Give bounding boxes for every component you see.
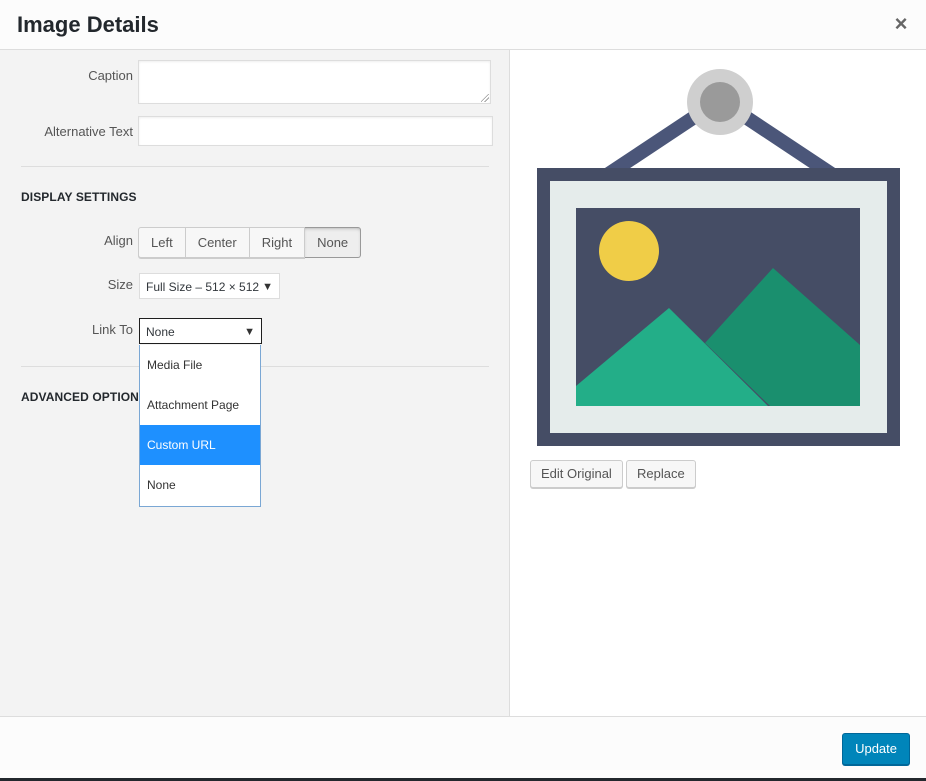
dropdown-option-media-file[interactable]: Media File [140,345,260,385]
link-to-label: Link To [92,322,133,337]
align-left-button[interactable]: Left [138,227,186,258]
align-right-button[interactable]: Right [249,227,306,258]
dropdown-option-attachment-page[interactable]: Attachment Page [140,385,260,425]
link-to-select[interactable]: None ▼ [139,318,262,344]
dropdown-option-custom-url[interactable]: Custom URL [140,425,260,465]
alt-text-label: Alternative Text [44,124,133,139]
align-center-button[interactable]: Center [185,227,250,258]
modal-footer: Update [0,716,926,779]
align-label: Align [104,233,133,248]
image-preview-panel: Edit Original Replace [510,50,926,716]
settings-panel: Caption Alternative Text DISPLAY SETTING… [0,50,510,716]
dropdown-option-none[interactable]: None [140,465,260,505]
triangle-down-icon: ▼ [262,281,273,293]
image-placeholder-icon [537,69,900,446]
image-details-modal: Image Details × Caption Alternative Text… [0,0,926,779]
size-label: Size [107,277,133,292]
link-to-select-value: None [146,325,175,339]
modal-header: Image Details × [0,0,926,50]
align-button-group: Left Center Right None [138,227,362,258]
triangle-down-icon: ▼ [244,326,255,338]
close-icon[interactable]: × [888,11,914,37]
alt-text-input[interactable] [138,116,493,146]
replace-button[interactable]: Replace [626,460,696,488]
align-none-button[interactable]: None [305,227,362,258]
link-to-dropdown-list: Media File Attachment Page Custom URL No… [139,345,261,507]
caption-textarea[interactable] [138,60,491,104]
modal-title: Image Details [17,12,159,37]
size-select-value: Full Size – 512 × 512 [146,280,260,294]
advanced-options-heading[interactable]: ADVANCED OPTIONS [21,390,147,404]
display-settings-heading: DISPLAY SETTINGS [21,190,137,204]
edit-original-button[interactable]: Edit Original [530,460,623,488]
size-select[interactable]: Full Size – 512 × 512 ▼ [139,273,280,299]
divider [21,166,489,167]
resize-handle-icon[interactable] [481,94,489,102]
update-button[interactable]: Update [842,733,910,765]
caption-label: Caption [88,68,133,83]
